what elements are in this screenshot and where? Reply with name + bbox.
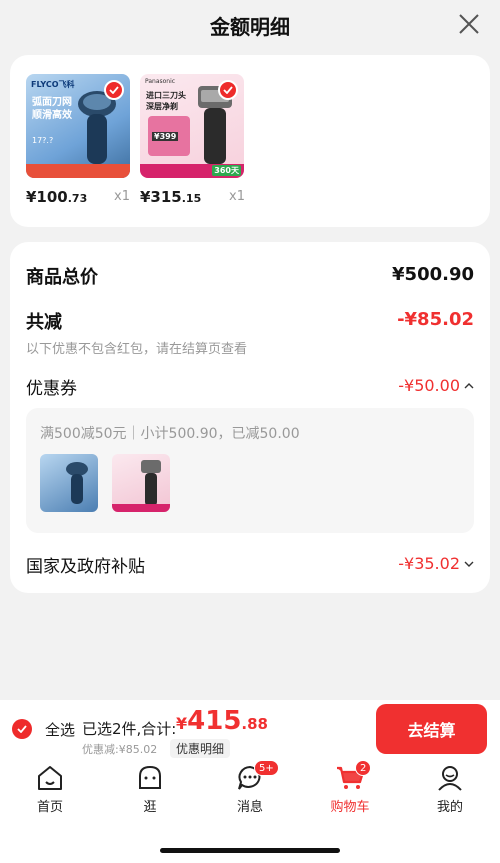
tab-messages[interactable]: 消息 5+ [220,760,280,815]
discount-text: 优惠减:¥85.02 [82,743,158,756]
discover-icon [139,765,161,789]
tab-label: 消息 [236,800,263,815]
checkout-button[interactable]: 去结算 [376,704,487,754]
profile-icon [438,766,462,791]
home-indicator[interactable] [160,848,340,853]
coupon-product-thumb [112,454,170,512]
tab-discover[interactable]: 逛 [120,764,180,815]
coupon-product-thumb [40,454,98,512]
cart-badge: 2 [355,760,372,776]
selected-summary: 已选2件,合计: [82,720,177,738]
modal-header: 金额明细 [0,0,500,50]
reduce-label: 共减 [26,312,62,333]
total-label: 商品总价 [26,267,98,288]
reduce-note: 以下优惠不包含红包，请在结算页查看 [26,342,248,357]
product-tag: ¥399 [152,132,179,141]
tab-label: 逛 [143,800,157,815]
reduce-value: -¥85.02 [397,309,474,330]
coupon-toggle[interactable]: -¥50.00 [398,376,474,395]
brand-logo: Panasonic [145,78,176,85]
tab-label: 首页 [36,800,63,815]
product-image-panasonic[interactable]: Panasonic 进口三刀头 深层净剃 ¥399 360天 [140,74,244,178]
product-qty: x1 [114,189,130,204]
total-value: ¥500.90 [392,264,474,285]
total-price: ¥415.88 [176,706,268,736]
tab-home[interactable]: 首页 [20,764,80,815]
coupon-detail-box: 满500减50元｜小计500.90，已减50.00 [26,408,474,533]
select-all-label[interactable]: 全选 [45,719,75,740]
subsidy-value: -¥35.02 [398,554,460,573]
close-icon[interactable] [456,11,482,37]
discount-detail-link[interactable]: 优惠明细 [170,739,231,758]
brand-logo: FLYCO飞科 [31,80,75,89]
product-headline: 进口三刀头 [146,91,186,100]
message-badge: 5+ [254,760,279,776]
tab-label: 购物车 [330,800,370,815]
product-tag: 17?.? [32,136,54,145]
tab-label: 我的 [436,800,463,815]
subsidy-label: 国家及政府补贴 [26,557,145,577]
products-card: FLYCO飞科 弧面刀网 顺滑高效 17?.? Panasonic 进口三刀头 … [10,55,490,227]
subsidy-toggle[interactable]: -¥35.02 [398,554,474,573]
coupon-value: -¥50.00 [398,376,460,395]
bottom-panel: 全选 已选2件,合计: ¥415.88 优惠减:¥85.02 优惠明细 去结算 … [0,700,500,863]
product-price: ¥100.73 [26,188,88,206]
check-icon[interactable] [104,80,124,100]
tab-profile[interactable]: 我的 [420,764,480,815]
promo-strip [26,164,130,178]
tab-cart[interactable]: 购物车 2 [320,760,380,815]
product-qty: x1 [229,189,245,204]
page-title: 金额明细 [210,14,290,39]
chevron-down-icon [464,561,474,567]
product-image-flyco[interactable]: FLYCO飞科 弧面刀网 顺滑高效 17?.? [26,74,130,178]
home-icon [38,766,62,790]
shaver-illustration [78,91,116,164]
select-all-checkbox[interactable] [12,719,32,739]
coupon-desc: 满500减50元｜小计500.90，已减50.00 [40,426,300,442]
chevron-up-icon [464,382,474,388]
summary-card: 商品总价 ¥500.90 共减 -¥85.02 以下优惠不包含红包，请在结算页查… [10,242,490,593]
product-headline2: 顺滑高效 [32,110,72,121]
product-price: ¥315.15 [140,188,202,206]
product-headline2: 深层净剃 [146,102,178,111]
coupon-label: 优惠券 [26,379,77,399]
check-icon[interactable] [218,80,238,100]
promo-badge: 360天 [212,165,241,176]
